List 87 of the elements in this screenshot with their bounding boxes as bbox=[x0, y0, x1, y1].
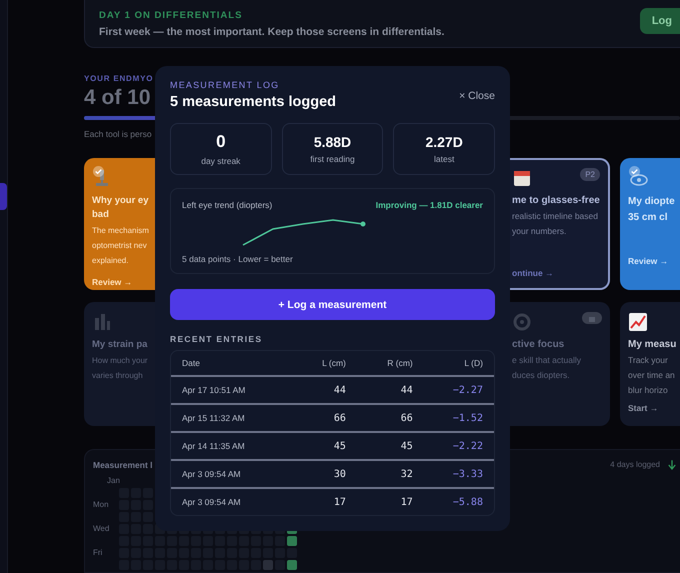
tool-card[interactable]: My measu Track your over time an blur horizo Start → bbox=[620, 302, 680, 426]
table-cell-text: 17 bbox=[400, 496, 413, 508]
weekday-label: Fri bbox=[93, 548, 104, 557]
card-title: My diopte bbox=[628, 194, 676, 209]
dialog-eyebrow: MEASUREMENT LOG bbox=[170, 80, 280, 90]
card-title: ctive focus bbox=[512, 338, 566, 352]
table-cell-text: Apr 17 10:51 AM bbox=[182, 385, 246, 395]
card-description: e skill that actually bbox=[512, 354, 582, 367]
banner-eyebrow: DAY 1 ON DIFFERENTIALS bbox=[99, 10, 244, 21]
close-button[interactable]: × Close bbox=[459, 88, 495, 104]
table-cell-text: 44 bbox=[400, 384, 413, 396]
table-cell-text: −2.27 bbox=[452, 384, 483, 396]
card-description: Track your bbox=[628, 354, 669, 367]
log-measurement-button[interactable]: + Log a measurement bbox=[170, 289, 495, 320]
card-description: explained. bbox=[92, 254, 130, 267]
table-cell-text: 44 bbox=[332, 384, 346, 396]
table-cell-text: 66 bbox=[332, 412, 346, 424]
section-heading: RECENT ENTRIES bbox=[170, 334, 264, 344]
bar-chart-icon bbox=[92, 312, 112, 332]
stat-value: 5.88D bbox=[312, 134, 352, 150]
table-cell-text: −5.88 bbox=[452, 496, 483, 508]
table-cell-text: 45 bbox=[400, 440, 413, 452]
trend-title: Left eye trend (diopters) bbox=[182, 200, 272, 210]
card-description: realistic timeline based bbox=[512, 210, 599, 223]
column-header: L (cm) bbox=[321, 358, 346, 368]
card-title: My measu bbox=[628, 338, 678, 352]
card-link[interactable]: Start → bbox=[628, 402, 680, 413]
down-arrow-icon bbox=[668, 460, 676, 470]
lock-icon bbox=[582, 312, 602, 324]
stat-label: first reading bbox=[309, 154, 356, 164]
card-description: blur horizo bbox=[628, 384, 669, 397]
check-badge-icon bbox=[93, 166, 104, 177]
month-label: Jan bbox=[107, 476, 119, 485]
table-cell-text: Apr 15 11:32 AM bbox=[182, 413, 246, 423]
check-badge-icon bbox=[629, 166, 640, 177]
card-link[interactable]: Review → bbox=[92, 276, 155, 287]
dialog-title: 5 measurements logged bbox=[170, 94, 336, 110]
stat-label: latest bbox=[432, 154, 456, 164]
table-cell-text: 32 bbox=[400, 468, 413, 480]
stat-value: 0 bbox=[215, 132, 227, 152]
card-description: The mechanism bbox=[92, 224, 150, 237]
trend-footnote: 5 data points · Lower = better bbox=[182, 254, 293, 264]
banner-message: First week — the most important. Keep those screens in differentials. bbox=[99, 26, 444, 38]
table-cell-text: Apr 14 11:35 AM bbox=[182, 441, 246, 451]
table-cell-text: Apr 3 09:54 AM bbox=[182, 497, 242, 507]
table-cell-text: 45 bbox=[332, 440, 346, 452]
card-title: bad bbox=[92, 208, 110, 222]
card-link[interactable]: Review → bbox=[628, 256, 680, 266]
progress-note: Each tool is perso bbox=[84, 128, 152, 139]
card-title: Why your ey bbox=[92, 194, 150, 208]
stat-label: day streak bbox=[200, 156, 242, 166]
tool-card[interactable]: Why your ey bad The mechanism optometrist nev explained. Review → bbox=[84, 158, 155, 290]
table-cell-text: 66 bbox=[400, 412, 413, 424]
card-link[interactable]: ontinue → bbox=[512, 268, 602, 278]
panel-title: Measurement l bbox=[93, 460, 153, 470]
card-description: duces diopters. bbox=[512, 368, 571, 382]
card-description: optometrist nev bbox=[92, 240, 148, 252]
column-header: Date bbox=[182, 358, 201, 368]
weekday-label: Mon bbox=[93, 500, 110, 509]
priority-badge: P2 bbox=[580, 168, 600, 181]
tool-card[interactable]: My strain pa How much your varies through bbox=[84, 302, 155, 426]
stat-value: 2.27D bbox=[424, 134, 464, 150]
progress-heading: 4 of 10 bbox=[84, 86, 151, 110]
table-cell-text: −2.22 bbox=[452, 440, 483, 452]
card-description: How much your bbox=[92, 354, 149, 367]
card-title: me to glasses-free bbox=[512, 194, 601, 208]
sidebar-item[interactable] bbox=[0, 183, 7, 210]
table-cell-text: 17 bbox=[332, 496, 346, 508]
card-description: varies through bbox=[92, 370, 144, 382]
weekday-label: Wed bbox=[93, 524, 110, 533]
table-cell-text: −3.33 bbox=[452, 468, 483, 480]
table-cell-text: Apr 3 09:54 AM bbox=[182, 469, 242, 479]
section-eyebrow: YOUR ENDMYO bbox=[84, 74, 154, 83]
column-header: L (D) bbox=[463, 358, 483, 368]
trend-status: Improving — 1.81D clearer bbox=[376, 200, 483, 210]
card-title: 35 cm cl bbox=[628, 210, 668, 225]
log-button[interactable]: Log bbox=[640, 8, 680, 34]
card-description: over time an bbox=[628, 368, 676, 382]
days-logged-label: 4 days logged bbox=[610, 460, 660, 470]
tool-card[interactable]: My diopte 35 cm cl Review → bbox=[620, 158, 680, 290]
target-icon bbox=[512, 312, 532, 332]
column-header: R (cm) bbox=[386, 358, 413, 368]
table-cell-text: −1.52 bbox=[452, 412, 483, 424]
card-title: My strain pa bbox=[92, 338, 148, 352]
table-cell-text: 30 bbox=[332, 468, 346, 480]
chart-icon bbox=[628, 312, 648, 332]
card-description: your numbers. bbox=[512, 224, 568, 238]
